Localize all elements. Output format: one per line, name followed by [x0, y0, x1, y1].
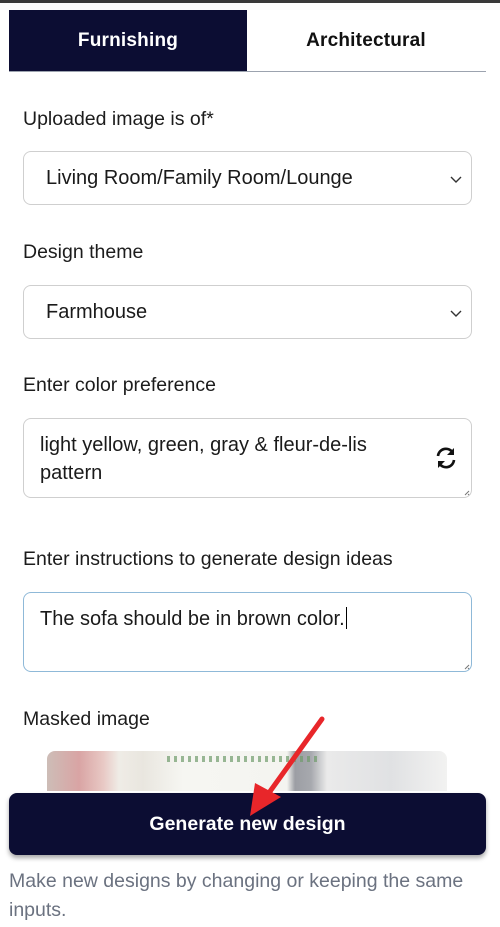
design-theme-select[interactable]: Farmhouse [23, 285, 472, 339]
top-divider [0, 0, 500, 3]
text-caret [345, 607, 347, 629]
color-preference-value: light yellow, green, gray & fleur-de-lis… [40, 434, 367, 484]
room-type-select[interactable]: Living Room/Family Room/Lounge [23, 151, 472, 205]
mode-tabs: Furnishing Architectural [9, 10, 486, 72]
masked-image-label: Masked image [23, 708, 150, 730]
color-preference-field[interactable]: light yellow, green, gray & fleur-de-lis… [23, 418, 472, 498]
tab-architectural[interactable]: Architectural [247, 10, 485, 71]
room-type-label: Uploaded image is of* [23, 108, 214, 130]
instructions-value: The sofa should be in brown color. [40, 608, 345, 630]
tab-furnishing[interactable]: Furnishing [9, 10, 247, 71]
hint-text: Make new designs by changing or keeping … [9, 870, 464, 921]
image-detail [167, 756, 317, 762]
color-preference-label: Enter color preference [23, 374, 216, 396]
instructions-label: Enter instructions to generate design id… [23, 548, 393, 570]
chevron-down-icon [450, 310, 462, 317]
refresh-icon[interactable] [434, 446, 458, 470]
masked-image-preview [47, 751, 447, 791]
generate-button[interactable]: Generate new design [9, 793, 486, 855]
instructions-field[interactable]: The sofa should be in brown color. [23, 592, 472, 672]
design-theme-label: Design theme [23, 241, 144, 263]
resize-handle-icon[interactable] [464, 664, 470, 670]
design-theme-value: Farmhouse [46, 300, 148, 323]
resize-handle-icon[interactable] [464, 490, 470, 496]
chevron-down-icon [450, 176, 462, 183]
room-type-value: Living Room/Family Room/Lounge [46, 166, 353, 189]
